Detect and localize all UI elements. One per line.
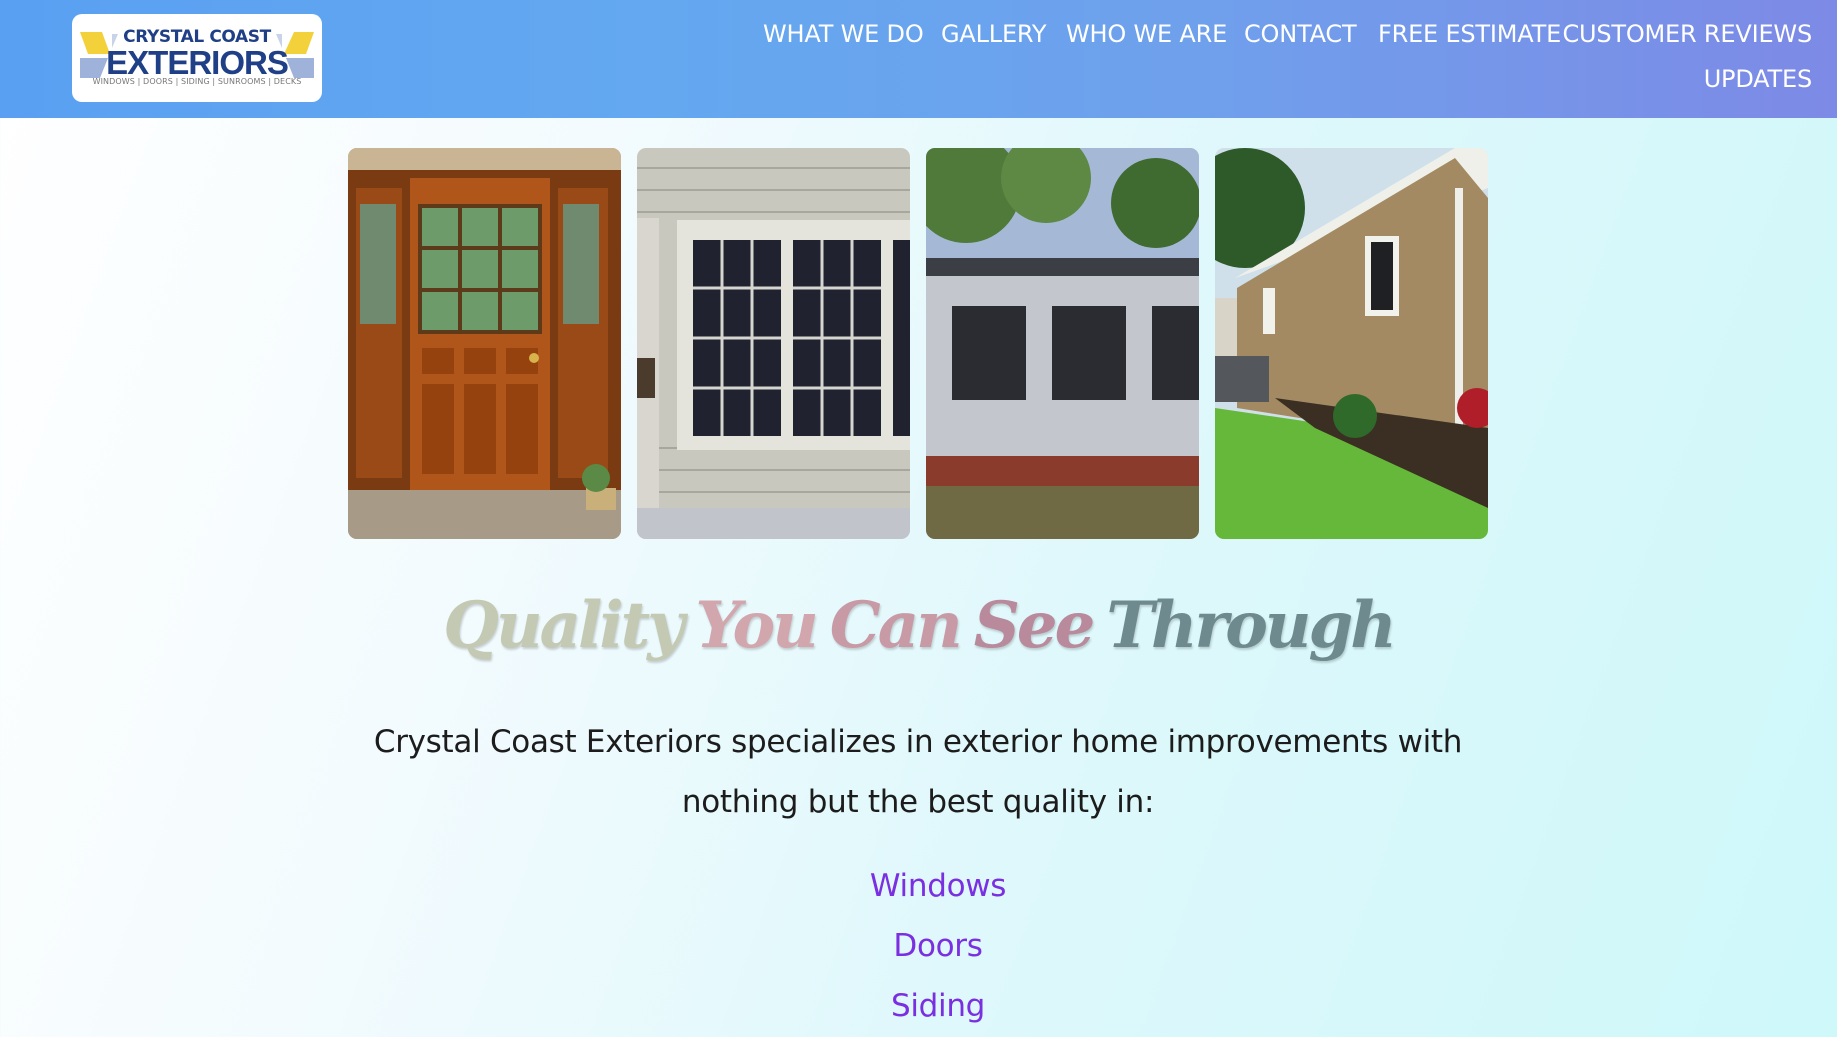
gallery-photo-siding[interactable] (1215, 148, 1488, 539)
intro-paragraph: Crystal Coast Exteriors specializes in e… (373, 724, 1463, 820)
gallery-photo-door[interactable] (348, 148, 621, 539)
service-link-siding[interactable]: Siding (0, 988, 1837, 1024)
sunroom-image (926, 148, 1199, 539)
gallery-photo-sunroom[interactable] (926, 148, 1199, 539)
nav-gallery[interactable]: GALLERY (941, 20, 1047, 48)
nav-free-estimate[interactable]: FREE ESTIMATE (1378, 20, 1561, 48)
window-install-image (637, 148, 910, 539)
headline-word: Through (1106, 588, 1396, 663)
house-siding-image (1215, 148, 1488, 539)
nav-who-we-are[interactable]: WHO WE ARE (1066, 20, 1227, 48)
headline-word: See (973, 588, 1096, 663)
gallery-photo-window[interactable] (637, 148, 910, 539)
service-link-doors[interactable]: Doors (0, 928, 1837, 964)
nav-contact[interactable]: CONTACT (1244, 20, 1357, 48)
nav-what-we-do[interactable]: WHAT WE DO (763, 20, 924, 48)
nav-customer-reviews[interactable]: CUSTOMER REVIEWS (1562, 20, 1812, 48)
nav-updates[interactable]: UPDATES (1704, 65, 1813, 93)
site-logo[interactable]: CRYSTAL COAST EXTERIORS WINDOWS | DOORS … (72, 14, 322, 102)
headline-word: Quality (443, 588, 684, 663)
page-headline: Quality You Can See Through (0, 588, 1837, 663)
service-link-windows[interactable]: Windows (0, 868, 1837, 904)
wooden-door-image (348, 148, 621, 539)
logo-tagline: WINDOWS | DOORS | SIDING | SUNROOMS | DE… (92, 77, 302, 86)
headline-word: Can (829, 588, 963, 663)
site-header: CRYSTAL COAST EXTERIORS WINDOWS | DOORS … (0, 0, 1837, 118)
headline-word: You (695, 588, 818, 663)
